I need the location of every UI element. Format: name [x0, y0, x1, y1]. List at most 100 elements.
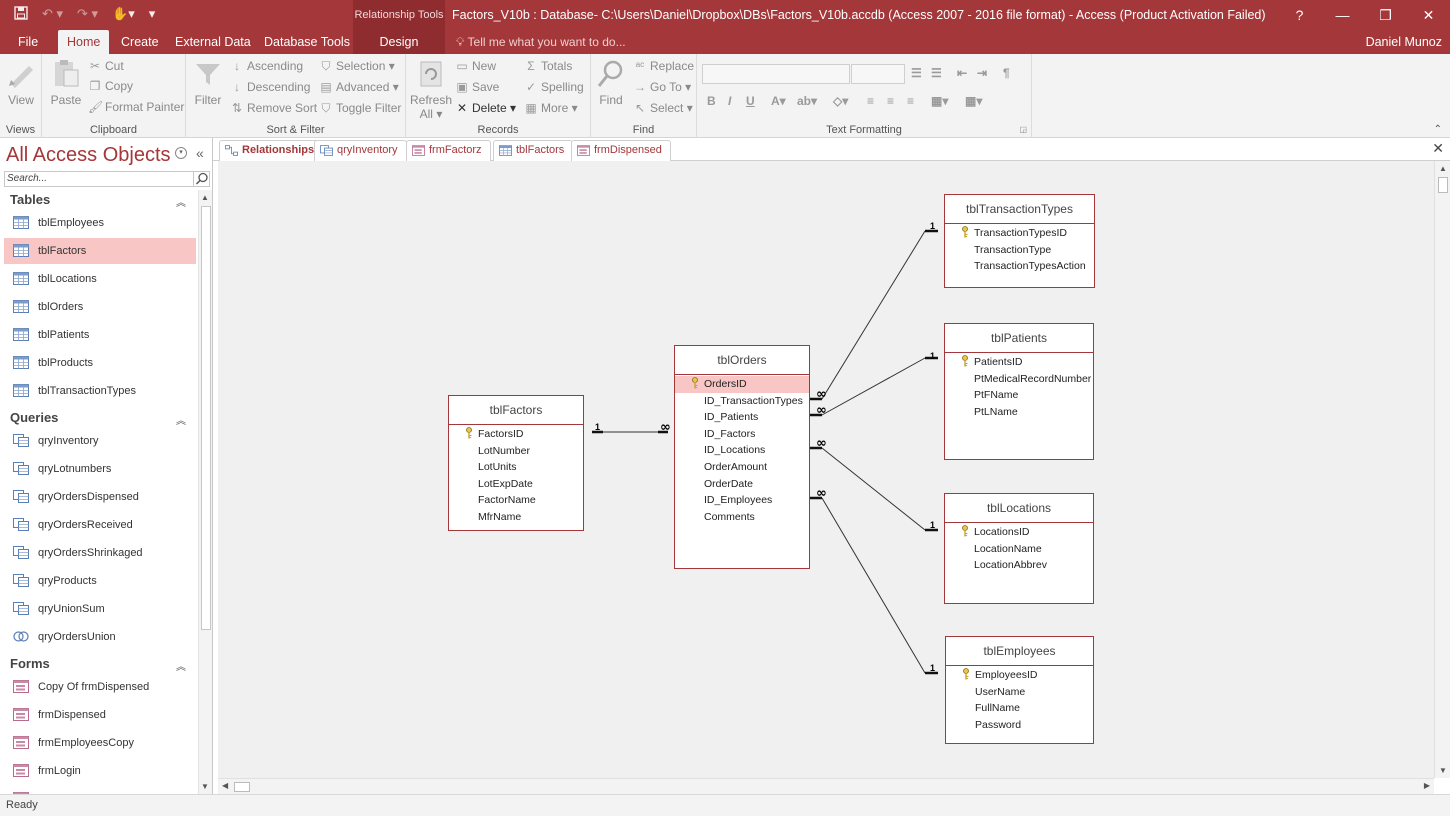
table-field-row[interactable]: TransactionTypesAction [945, 258, 1094, 275]
filter-button[interactable]: Filter [192, 58, 224, 107]
tab-home[interactable]: Home [58, 30, 110, 54]
relationship-line[interactable]: 1∞ [810, 351, 938, 418]
table-field-row[interactable]: OrdersID [675, 376, 809, 393]
tab-database-tools[interactable]: Database Tools [255, 30, 359, 54]
table-box-title[interactable]: tblPatients [945, 324, 1093, 353]
nav-item-qryunionsum[interactable]: qryUnionSum [4, 596, 196, 622]
table-field-row[interactable]: EmployeesID [946, 667, 1093, 684]
table-field-row[interactable]: ID_TransactionTypes [675, 393, 809, 410]
table-field-row[interactable]: LocationName [945, 541, 1093, 558]
table-field-row[interactable]: FullName [946, 700, 1093, 717]
nav-item-tblfactors[interactable]: tblFactors [4, 238, 196, 264]
descending-button[interactable]: ↓ Descending [230, 80, 310, 94]
table-box-tbllocations[interactable]: tblLocations LocationsID LocationName Locat… [944, 493, 1094, 604]
table-field-row[interactable]: OrderDate [675, 476, 809, 493]
font-color-icon[interactable]: A▾ [771, 94, 786, 108]
table-field-row[interactable]: PtLName [945, 404, 1093, 421]
nav-item-frmlogin[interactable]: frmLogin [4, 758, 196, 784]
touch-mode-icon[interactable]: ✋▾ [112, 6, 135, 23]
format-painter-button[interactable]: 🖌︎ Format Painter [88, 100, 184, 114]
table-field-row[interactable]: FactorsID [449, 426, 583, 443]
select-button[interactable]: ↖ Select ▾ [633, 101, 693, 115]
nav-scrollbar[interactable]: ▲ ▼ [198, 190, 212, 794]
nav-item-qryordersdispensed[interactable]: qryOrdersDispensed [4, 484, 196, 510]
help-button[interactable]: ? [1278, 0, 1321, 30]
table-field-row[interactable]: ID_Patients [675, 409, 809, 426]
table-field-row[interactable]: Password [946, 717, 1093, 734]
table-field-row[interactable]: FactorName [449, 492, 583, 509]
nav-item-qryordersshrinkaged[interactable]: qryOrdersShrinkaged [4, 540, 196, 566]
table-field-row[interactable]: LotExpDate [449, 476, 583, 493]
nav-scroll-thumb[interactable] [201, 206, 211, 630]
table-field-row[interactable]: MfrName [449, 509, 583, 526]
nav-item-qrylotnumbers[interactable]: qryLotnumbers [4, 456, 196, 482]
highlight-color-icon[interactable]: ab▾ [797, 94, 817, 108]
table-field-row[interactable]: UserName [946, 684, 1093, 701]
nav-item-frmdispensed[interactable]: frmDispensed [4, 702, 196, 728]
customize-qat-icon[interactable]: ▾ [149, 6, 156, 23]
delete-record-button[interactable]: ✕ Delete ▾ [455, 101, 516, 115]
increase-indent-icon[interactable]: ⇥ [977, 66, 987, 80]
bold-icon[interactable]: B [707, 94, 716, 108]
tab-external-data[interactable]: External Data [166, 30, 260, 54]
gridlines-icon[interactable]: ▦▾ [965, 94, 982, 108]
table-field-row[interactable]: ID_Employees [675, 492, 809, 509]
more-button[interactable]: ▦ More ▾ [524, 101, 577, 115]
nav-item-tblproducts[interactable]: tblProducts [4, 350, 196, 376]
nav-item-tbltransactiontypes[interactable]: tblTransactionTypes [4, 378, 196, 404]
nav-item-qryordersreceived[interactable]: qryOrdersReceived [4, 512, 196, 538]
table-box-tblfactors[interactable]: tblFactors FactorsID LotNumber LotUnits LotE… [448, 395, 584, 531]
table-field-row[interactable]: PtMedicalRecordNumber [945, 371, 1093, 388]
collapse-section-chevron-icon[interactable]: ︽ [176, 412, 186, 427]
canvas-vertical-scrollbar[interactable]: ▲ ▼ [1434, 161, 1450, 778]
relationship-line[interactable]: 1∞ [810, 436, 938, 532]
font-size-dropdown[interactable] [851, 64, 905, 84]
save-icon[interactable] [14, 6, 28, 23]
vertical-scroll-thumb[interactable] [1438, 177, 1448, 193]
table-box-tblemployees[interactable]: tblEmployees EmployeesID UserName FullName P… [945, 636, 1094, 744]
minimize-button[interactable]: — [1321, 0, 1364, 30]
scroll-down-arrow-icon[interactable]: ▼ [201, 782, 209, 791]
totals-button[interactable]: Σ Totals [524, 59, 572, 73]
nav-item-frmemployeescopy[interactable]: frmEmployeesCopy [4, 730, 196, 756]
table-field-row[interactable]: LotNumber [449, 443, 583, 460]
table-box-tbltransactiontypes[interactable]: tblTransactionTypes TransactionTypesID Tra… [944, 194, 1095, 288]
relationship-line[interactable]: 1∞ [592, 420, 671, 435]
align-right-icon[interactable]: ≡ [907, 94, 914, 108]
nav-section-header-forms[interactable]: Forms [10, 656, 50, 671]
redo-icon[interactable]: ↷ ▾ [77, 6, 98, 23]
undo-icon[interactable]: ↶ ▾ [42, 6, 63, 23]
go-to-button[interactable]: → Go To ▾ [633, 80, 691, 94]
user-name[interactable]: Daniel Munoz [1366, 30, 1442, 54]
search-icon[interactable] [193, 171, 209, 187]
table-box-title[interactable]: tblEmployees [946, 637, 1093, 666]
selection-button[interactable]: ⛉ Selection ▾ [319, 59, 394, 74]
align-center-icon[interactable]: ≡ [887, 94, 894, 108]
relationship-line[interactable]: 1∞ [810, 221, 938, 402]
doc-tab-tblfactors[interactable]: tblFactors [493, 140, 574, 161]
nav-section-header-tables[interactable]: Tables [10, 192, 50, 207]
scroll-left-arrow-icon[interactable]: ◀ [222, 781, 228, 790]
paste-button[interactable]: Paste [48, 58, 84, 107]
nav-item-copy-of-frmdispensed[interactable]: Copy Of frmDispensed [4, 674, 196, 700]
table-box-tblpatients[interactable]: tblPatients PatientsID PtMedicalRecordNumb… [944, 323, 1094, 460]
table-box-title[interactable]: tblOrders [675, 346, 809, 375]
tab-file[interactable]: File [9, 30, 47, 54]
nav-section-header-queries[interactable]: Queries [10, 410, 58, 425]
table-field-row[interactable]: ID_Locations [675, 442, 809, 459]
numbering-icon[interactable]: ☰ [931, 66, 942, 80]
tab-design[interactable]: Design [353, 30, 445, 54]
scroll-down-arrow-icon[interactable]: ▼ [1439, 766, 1447, 775]
table-box-title[interactable]: tblFactors [449, 396, 583, 425]
doc-tab-frmfactorz[interactable]: frmFactorz [406, 140, 491, 161]
doc-tab-qryinventory[interactable]: qryInventory [314, 140, 407, 161]
remove-sort-button[interactable]: ⇅ Remove Sort [230, 101, 317, 115]
copy-button[interactable]: ❐ Copy [88, 79, 133, 93]
nav-search-input[interactable]: Search... [4, 171, 210, 187]
scroll-up-arrow-icon[interactable]: ▲ [201, 193, 209, 202]
collapse-section-chevron-icon[interactable]: ︽ [176, 658, 186, 673]
close-document-icon[interactable]: ✕ [1432, 140, 1444, 157]
replace-button[interactable]: ᵃᶜ Replace [633, 59, 694, 73]
tab-create[interactable]: Create [112, 30, 168, 54]
nav-item-qryinventory[interactable]: qryInventory [4, 428, 196, 454]
